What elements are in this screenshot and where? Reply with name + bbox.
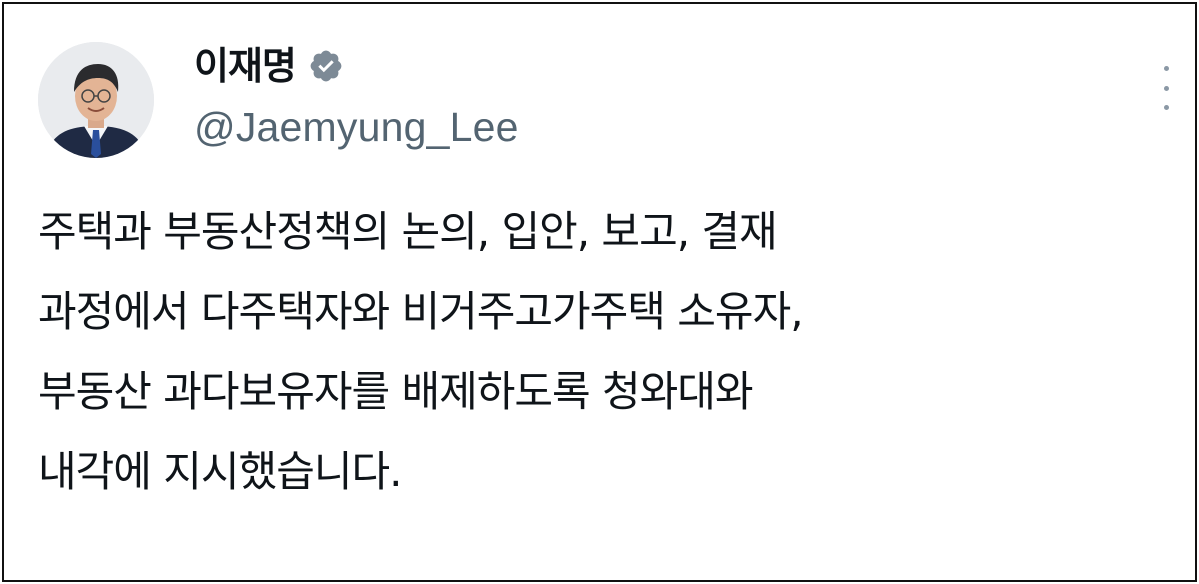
profile-photo [38,42,154,158]
tweet-text-line: 주택과 부동산정책의 논의, 입안, 보고, 결재 [38,207,778,256]
display-name[interactable]: 이재명 [194,47,297,85]
more-options-button[interactable] [1152,66,1180,110]
tweet-text-line: 과정에서 다주택자와 비거주고가주택 소유자, [38,287,804,336]
more-vertical-icon [1163,66,1169,71]
more-vertical-icon-dot-2 [1163,85,1169,91]
tweet-text-line: 부동산 과다보유자를 배제하도록 청와대와 [38,367,754,416]
avatar[interactable] [38,42,154,158]
tweet-text-line: 내각에 지시했습니다. [38,447,402,496]
more-vertical-icon-dot-3 [1163,105,1169,110]
author-handle[interactable]: @Jaemyung_Lee [194,107,519,148]
author-name-row[interactable]: 이재명 [194,38,344,94]
tweet-text: 주택과 부동산정책의 논의, 입안, 보고, 결재 과정에서 다주택자와 비거주… [38,192,1168,512]
tweet-card: 이재명 @Jaemyung_Lee 주택과 부동산정책의 논의, 입안, 보고,… [2,2,1197,582]
verified-badge-icon [308,48,344,84]
